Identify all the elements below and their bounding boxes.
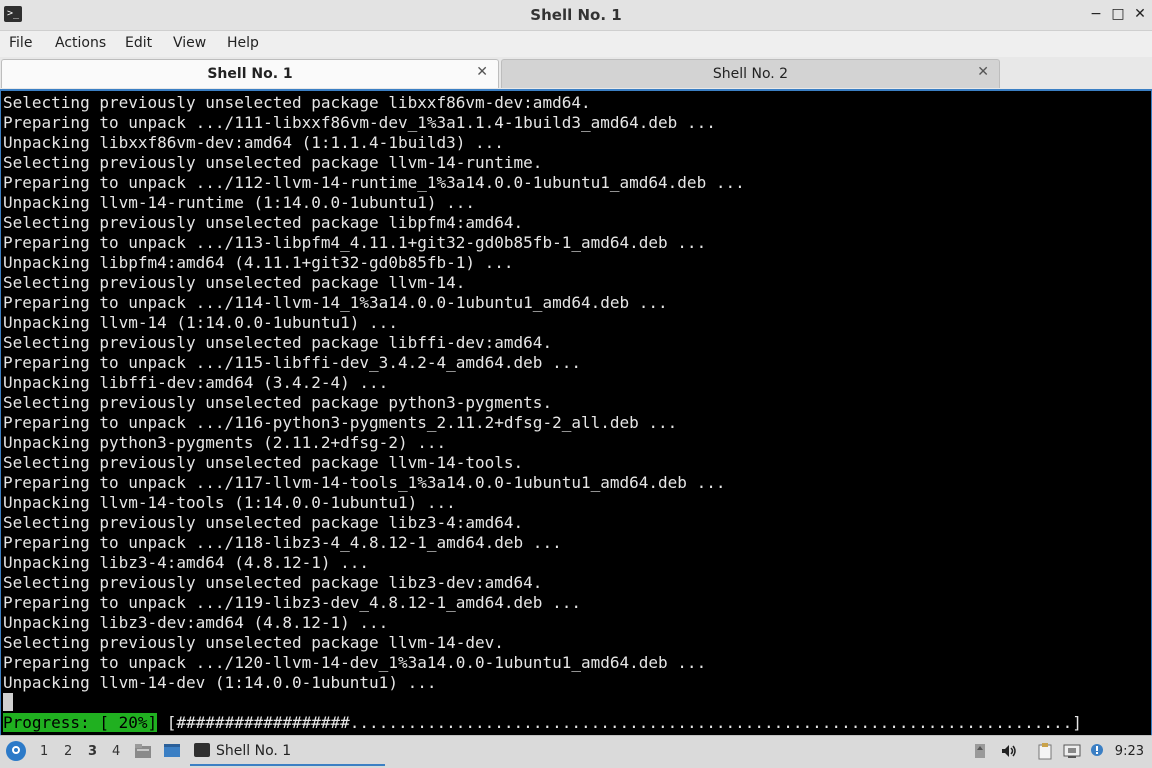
- terminal-line: Preparing to unpack .../118-libz3-4_4.8.…: [3, 533, 562, 552]
- window-title: Shell No. 1: [530, 6, 622, 24]
- minimize-button[interactable]: −: [1088, 6, 1104, 22]
- progress-bar: [##################.....................…: [166, 713, 1082, 732]
- terminal-line: Selecting previously unselected package …: [3, 573, 543, 592]
- terminal-line: Preparing to unpack .../112-llvm-14-runt…: [3, 173, 745, 192]
- terminal-line: Preparing to unpack .../117-llvm-14-tool…: [3, 473, 726, 492]
- terminal-line: Unpacking llvm-14 (1:14.0.0-1ubuntu1) ..…: [3, 313, 398, 332]
- volume-icon[interactable]: [1000, 742, 1018, 760]
- terminal-icon: [194, 743, 210, 757]
- menu-help[interactable]: Help: [227, 35, 259, 51]
- workspace-1[interactable]: 1: [40, 744, 48, 759]
- terminal-output[interactable]: Selecting previously unselected package …: [0, 89, 1152, 735]
- clock: 9:23: [1114, 744, 1144, 759]
- tab-shell-1[interactable]: Shell No. 1 ✕: [1, 59, 499, 88]
- terminal-line: Preparing to unpack .../116-python3-pygm…: [3, 413, 678, 432]
- terminal-line: Unpacking llvm-14-dev (1:14.0.0-1ubuntu1…: [3, 673, 437, 692]
- terminal-line: Unpacking llvm-14-runtime (1:14.0.0-1ubu…: [3, 193, 476, 212]
- close-tab-icon[interactable]: ✕: [476, 64, 488, 80]
- taskbar: 1 2 3 4 Shell No. 1 9:23: [0, 735, 1152, 768]
- terminal-line: Preparing to unpack .../119-libz3-dev_4.…: [3, 593, 581, 612]
- notification-icon[interactable]: [1089, 742, 1107, 760]
- clipboard-icon[interactable]: [1036, 742, 1054, 760]
- tab-shell-2[interactable]: Shell No. 2 ✕: [501, 59, 1000, 88]
- terminal-line: Selecting previously unselected package …: [3, 213, 524, 232]
- terminal-line: Selecting previously unselected package …: [3, 153, 543, 172]
- workspace-3[interactable]: 3: [88, 744, 97, 759]
- show-desktop-icon[interactable]: [163, 742, 181, 760]
- taskbar-task-label: Shell No. 1: [216, 743, 292, 759]
- menu-bar: File Actions Edit View Help: [0, 31, 1152, 57]
- terminal-line: Unpacking libpfm4:amd64 (4.11.1+git32-gd…: [3, 253, 514, 272]
- taskbar-task-shell[interactable]: Shell No. 1: [190, 739, 385, 766]
- close-tab-icon[interactable]: ✕: [977, 64, 989, 80]
- terminal-line: Selecting previously unselected package …: [3, 333, 553, 352]
- workspace-2[interactable]: 2: [64, 744, 72, 759]
- terminal-line: Unpacking libz3-dev:amd64 (4.8.12-1) ...: [3, 613, 389, 632]
- terminal-line: Unpacking python3-pygments (2.11.2+dfsg-…: [3, 433, 447, 452]
- close-window-button[interactable]: ✕: [1132, 6, 1148, 22]
- menu-edit[interactable]: Edit: [125, 35, 152, 51]
- terminal-line: Preparing to unpack .../120-llvm-14-dev_…: [3, 653, 707, 672]
- tab-bar: Shell No. 1 ✕ Shell No. 2 ✕: [0, 57, 1152, 89]
- file-manager-icon[interactable]: [134, 742, 152, 760]
- terminal-lines: Selecting previously unselected package …: [3, 93, 745, 693]
- menu-actions[interactable]: Actions: [55, 35, 106, 51]
- progress-label: Progress: [ 20%]: [3, 713, 158, 732]
- terminal-line: Selecting previously unselected package …: [3, 453, 524, 472]
- menu-file[interactable]: File: [9, 35, 32, 51]
- storage-icon[interactable]: [971, 742, 989, 760]
- terminal-cursor: [3, 693, 13, 711]
- start-menu-icon[interactable]: [6, 741, 26, 761]
- terminal-line: Preparing to unpack .../111-libxxf86vm-d…: [3, 113, 716, 132]
- window-titlebar: >_ Shell No. 1 − □ ✕: [0, 0, 1152, 31]
- tab-label: Shell No. 2: [712, 66, 789, 82]
- menu-view[interactable]: View: [173, 35, 206, 51]
- workspace-4[interactable]: 4: [112, 744, 120, 759]
- terminal-line: Selecting previously unselected package …: [3, 513, 524, 532]
- terminal-line: Preparing to unpack .../114-llvm-14_1%3a…: [3, 293, 668, 312]
- terminal-line: Unpacking libffi-dev:amd64 (3.4.2-4) ...: [3, 373, 389, 392]
- terminal-line: Preparing to unpack .../115-libffi-dev_3…: [3, 353, 581, 372]
- terminal-line: Preparing to unpack .../113-libpfm4_4.11…: [3, 233, 707, 252]
- terminal-line: Unpacking libz3-4:amd64 (4.8.12-1) ...: [3, 553, 370, 572]
- tab-label: Shell No. 1: [207, 66, 293, 82]
- terminal-line: Selecting previously unselected package …: [3, 633, 504, 652]
- terminal-line: Selecting previously unselected package …: [3, 393, 553, 412]
- progress-row: Progress: [ 20%] [##################....…: [3, 713, 1082, 733]
- terminal-line: Unpacking libxxf86vm-dev:amd64 (1:1.1.4-…: [3, 133, 504, 152]
- terminal-line: Selecting previously unselected package …: [3, 93, 591, 112]
- maximize-button[interactable]: □: [1110, 6, 1126, 22]
- terminal-line: Unpacking llvm-14-tools (1:14.0.0-1ubunt…: [3, 493, 456, 512]
- network-icon[interactable]: [1063, 742, 1081, 760]
- terminal-line: Selecting previously unselected package …: [3, 273, 466, 292]
